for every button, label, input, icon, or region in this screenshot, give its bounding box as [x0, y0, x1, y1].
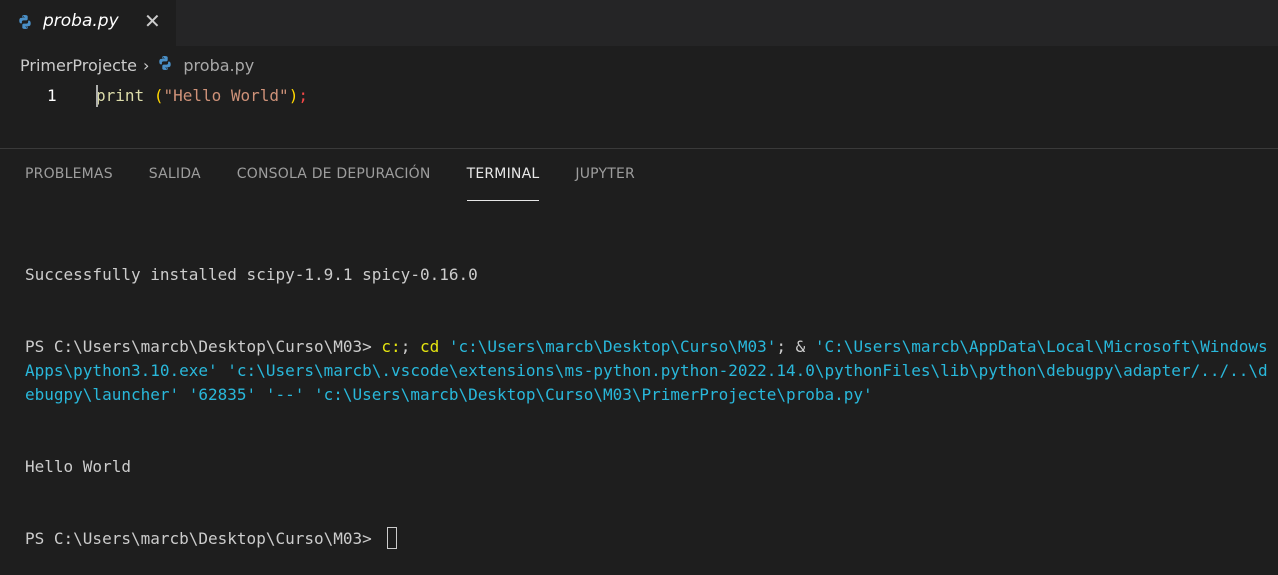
panel-tabs: PROBLEMAS SALIDA CONSOLA DE DEPURACIÓN T… [25, 166, 671, 201]
terminal-cmd-cd: cd [419, 337, 440, 356]
breadcrumb-file[interactable]: proba.py [183, 56, 254, 75]
line-number: 1 [47, 86, 57, 105]
terminal-sep: ; & [776, 337, 815, 356]
terminal-command-line: PS C:\Users\marcb\Desktop\Curso\M03> c:;… [25, 335, 1270, 407]
token-open-paren: ( [153, 86, 164, 105]
terminal-prompt-line: PS C:\Users\marcb\Desktop\Curso\M03> [25, 527, 1270, 551]
panel-divider [0, 148, 1278, 149]
terminal-cmd-c: c: [381, 337, 401, 356]
tab-output[interactable]: SALIDA [149, 166, 201, 196]
breadcrumb-folder[interactable]: PrimerProjecte [20, 56, 137, 75]
tab-problems[interactable]: PROBLEMAS [25, 166, 113, 196]
terminal-output-line: Hello World [25, 457, 131, 476]
tab-terminal[interactable]: TERMINAL [466, 166, 540, 201]
python-file-icon [157, 55, 173, 75]
terminal-line: Successfully installed scipy-1.9.1 spicy… [25, 265, 478, 284]
terminal-output[interactable]: Successfully installed scipy-1.9.1 spicy… [25, 215, 1270, 575]
tab-debug-console[interactable]: CONSOLA DE DEPURACIÓN [237, 166, 431, 196]
code-line[interactable]: 1 print ("Hello World"); [0, 84, 1278, 108]
python-file-icon [17, 14, 33, 34]
terminal-prompt: PS C:\Users\marcb\Desktop\Curso\M03> [25, 529, 382, 548]
chevron-right-icon: › [142, 55, 150, 75]
terminal-prompt: PS C:\Users\marcb\Desktop\Curso\M03> [25, 337, 382, 356]
token-close-paren: ) [288, 86, 299, 105]
token-string: "Hello World" [163, 86, 289, 105]
terminal-cursor [387, 527, 398, 549]
code-text[interactable]: print ("Hello World"); [96, 86, 308, 105]
terminal-sep: ; [400, 337, 420, 356]
token-semicolon: ; [298, 86, 308, 105]
breadcrumb: PrimerProjecte › proba.py [20, 53, 254, 77]
editor-tab-bar: proba.py ✕ [0, 0, 1278, 46]
text-cursor [96, 85, 98, 107]
close-icon[interactable]: ✕ [144, 9, 161, 33]
token-function: print [96, 86, 145, 105]
editor-tab-proba[interactable]: proba.py ✕ [0, 0, 176, 46]
terminal-cd-arg: 'c:\Users\marcb\Desktop\Curso\M03' [439, 337, 777, 356]
tab-label: proba.py [43, 11, 119, 31]
tab-jupyter[interactable]: JUPYTER [575, 166, 635, 196]
